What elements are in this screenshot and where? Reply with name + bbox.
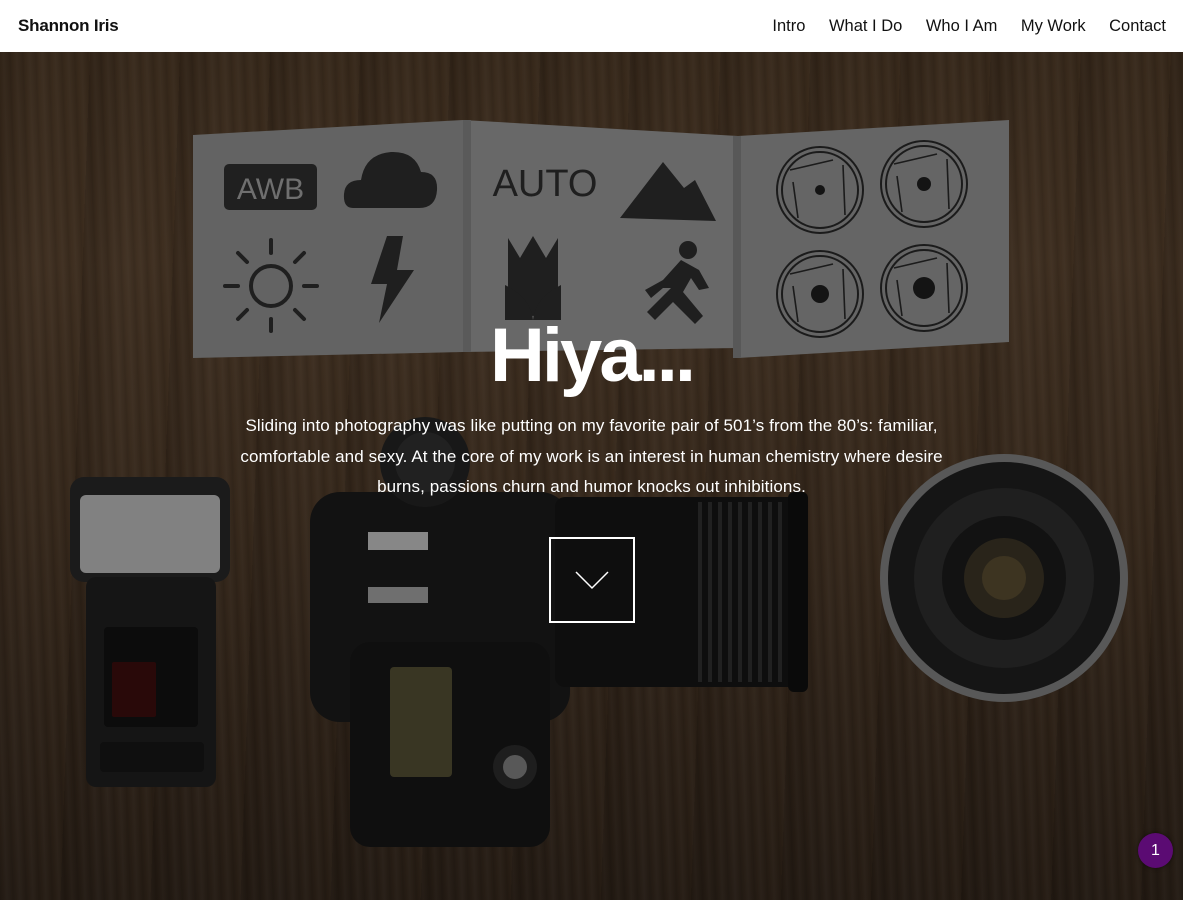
hero-section: AWB AUTO Hiya... Sliding into photograph…	[0, 52, 1183, 900]
chevron-down-icon	[575, 571, 609, 590]
hero-title: Hiya...	[490, 313, 696, 398]
hero-description: Sliding into photography was like puttin…	[240, 416, 943, 496]
scroll-down-button[interactable]	[549, 537, 635, 623]
main-nav: Intro What I Do Who I Am My Work Contact	[749, 17, 1166, 36]
nav-item-my-work[interactable]: My Work	[1021, 17, 1086, 36]
nav-item-what-i-do[interactable]: What I Do	[829, 17, 902, 36]
notification-badge[interactable]: 1	[1138, 833, 1173, 868]
site-brand[interactable]: Shannon Iris	[18, 16, 119, 36]
nav-item-who-i-am[interactable]: Who I Am	[926, 17, 998, 36]
nav-item-intro[interactable]: Intro	[772, 17, 805, 36]
nav-item-contact[interactable]: Contact	[1109, 17, 1166, 36]
site-header: Shannon Iris Intro What I Do Who I Am My…	[0, 0, 1183, 52]
